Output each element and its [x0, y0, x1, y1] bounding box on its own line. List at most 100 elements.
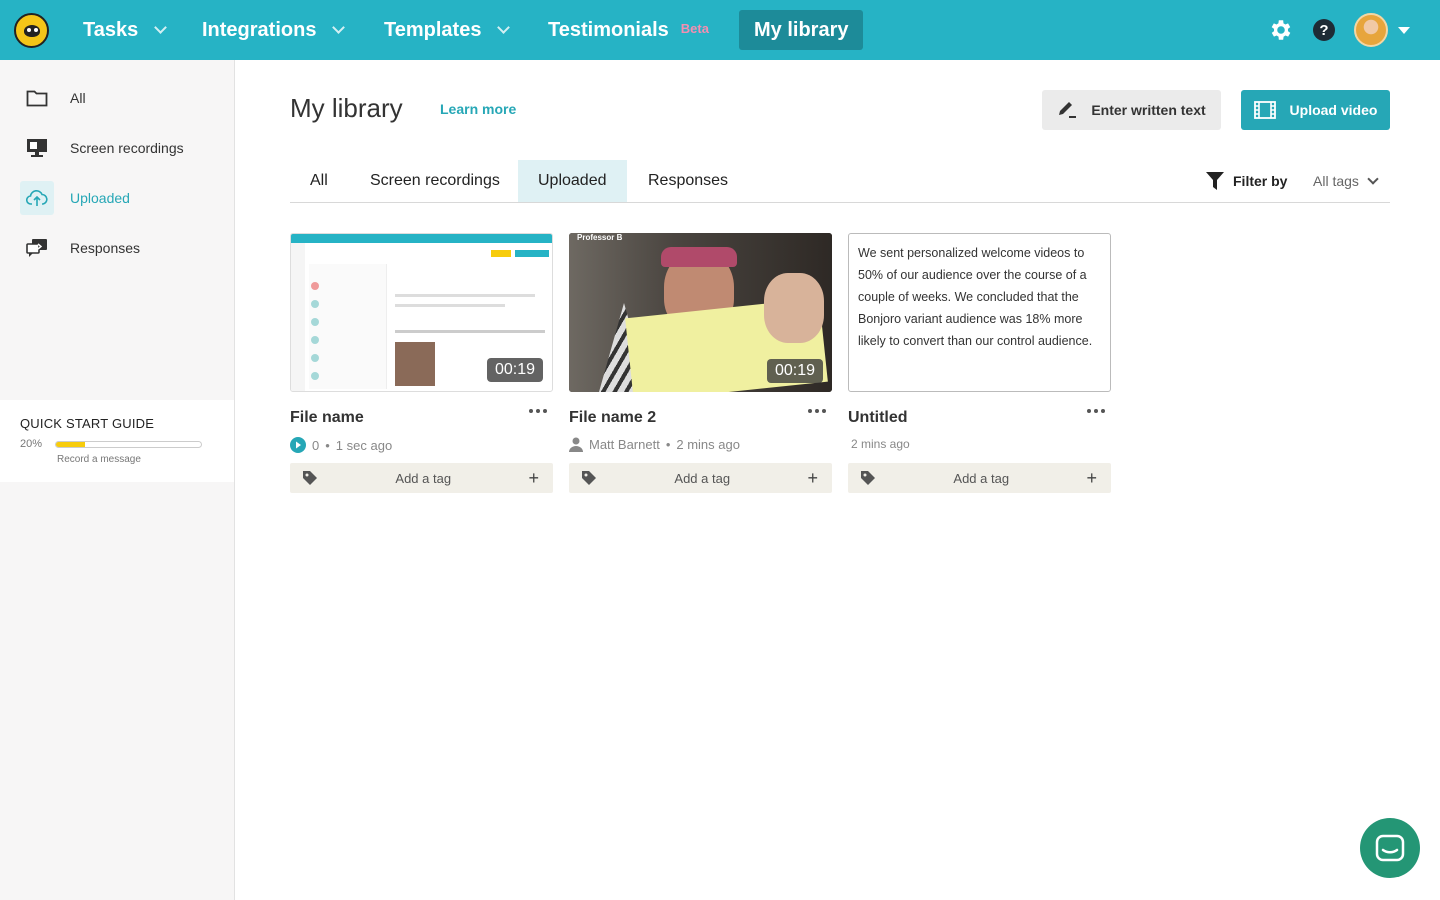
bonjoro-logo[interactable] — [14, 13, 49, 48]
film-icon — [1253, 101, 1276, 119]
caret-down-icon[interactable] — [1398, 27, 1410, 34]
tags-select[interactable]: All tags — [1313, 173, 1379, 189]
more-options-icon[interactable] — [1087, 409, 1105, 413]
chat-launcher-button[interactable] — [1360, 818, 1420, 878]
nav-my-library-label: My library — [754, 18, 849, 41]
chevron-down-icon — [154, 21, 168, 34]
sidebar-item-responses[interactable]: Responses — [20, 230, 220, 266]
tab-label: All — [310, 172, 328, 189]
card-meta: 0 • 1 sec ago — [290, 437, 392, 453]
written-text-preview[interactable]: We sent personalized welcome videos to 5… — [848, 233, 1111, 392]
library-card[interactable]: 00:19 File name 0 • 1 sec ago Add a tag … — [290, 233, 553, 493]
quick-start-progress-bar — [55, 441, 202, 448]
play-icon — [290, 437, 306, 453]
upload-video-button[interactable]: Upload video — [1241, 90, 1390, 130]
tab-responses[interactable]: Responses — [628, 160, 748, 202]
filter-by-button[interactable]: Filter by — [1205, 171, 1287, 191]
help-icon[interactable]: ? — [1313, 19, 1335, 41]
sidebar: All Screen recordings Uploaded Responses… — [0, 60, 235, 900]
nav-integrations[interactable]: Integrations — [202, 10, 346, 50]
gear-icon[interactable] — [1268, 17, 1294, 43]
tag-icon — [303, 471, 317, 485]
video-duration: 00:19 — [766, 359, 823, 383]
tags-select-value: All tags — [1313, 173, 1359, 189]
quick-start-guide[interactable]: QUICK START GUIDE 20% Record a message — [0, 400, 234, 482]
video-overlay-name: Professor B — [577, 233, 623, 242]
sidebar-item-uploaded[interactable]: Uploaded — [20, 180, 220, 216]
nav-integrations-label: Integrations — [202, 18, 317, 41]
quick-start-percent: 20% — [20, 438, 43, 450]
nav-testimonials[interactable]: Testimonials Beta — [548, 10, 709, 50]
learn-more-link[interactable]: Learn more — [440, 101, 516, 117]
plus-icon[interactable]: + — [1086, 468, 1097, 489]
nav-testimonials-label: Testimonials — [548, 18, 669, 41]
chat-icon — [1375, 834, 1405, 862]
separator-dot: • — [325, 437, 330, 453]
video-duration: 00:19 — [486, 358, 543, 382]
more-options-icon[interactable] — [529, 409, 547, 413]
card-meta: 2 mins ago — [851, 437, 910, 451]
plus-icon[interactable]: + — [528, 468, 539, 489]
library-card[interactable]: We sent personalized welcome videos to 5… — [848, 233, 1111, 493]
tab-label: Responses — [648, 172, 729, 189]
tab-label: Screen recordings — [370, 172, 500, 189]
add-tag-label: Add a tag — [953, 470, 1010, 486]
card-time: 1 sec ago — [335, 437, 393, 453]
video-thumbnail[interactable]: Professor B 00:19 — [569, 233, 832, 392]
chevron-down-icon — [497, 21, 511, 34]
avatar[interactable] — [1354, 13, 1388, 47]
sidebar-item-label: Screen recordings — [70, 140, 184, 156]
top-nav: Tasks Integrations Templates Testimonial… — [0, 0, 1440, 60]
quick-start-progress-fill — [56, 442, 85, 447]
sidebar-item-label: Responses — [70, 240, 141, 256]
tab-all[interactable]: All — [290, 160, 348, 202]
pencil-icon — [1059, 102, 1077, 118]
responses-icon — [20, 231, 54, 265]
sidebar-item-label: Uploaded — [70, 190, 130, 206]
add-tag-label: Add a tag — [395, 470, 452, 486]
chevron-down-icon — [1367, 173, 1379, 185]
beta-badge: Beta — [680, 20, 709, 36]
tab-uploaded[interactable]: Uploaded — [518, 160, 627, 202]
add-tag-bar[interactable]: Add a tag + — [848, 463, 1111, 493]
tab-screen-recordings[interactable]: Screen recordings — [350, 160, 520, 202]
nav-my-library[interactable]: My library — [739, 10, 864, 50]
plus-icon[interactable]: + — [807, 468, 818, 489]
chevron-down-icon — [332, 21, 346, 34]
add-tag-bar[interactable]: Add a tag + — [290, 463, 553, 493]
video-thumbnail[interactable]: 00:19 — [290, 233, 553, 392]
enter-written-text-button[interactable]: Enter written text — [1042, 90, 1221, 130]
sidebar-item-label: All — [70, 90, 86, 106]
filter-icon — [1206, 172, 1224, 190]
cloud-upload-icon — [20, 181, 54, 215]
quick-start-subtitle: Record a message — [57, 454, 141, 465]
folder-icon — [20, 81, 54, 115]
user-icon — [569, 437, 583, 452]
sidebar-item-all[interactable]: All — [20, 80, 220, 116]
card-meta: Matt Barnett • 2 mins ago — [569, 437, 740, 452]
quick-start-title: QUICK START GUIDE — [20, 416, 155, 431]
library-card[interactable]: Professor B 00:19 File name 2 Matt Barne… — [569, 233, 832, 493]
add-tag-label: Add a tag — [674, 470, 731, 486]
separator-dot: • — [665, 437, 671, 452]
tag-icon — [861, 471, 875, 485]
card-title: File name — [290, 409, 364, 426]
monitor-icon — [20, 131, 54, 165]
tab-label: Uploaded — [538, 172, 607, 189]
page-title: My library — [290, 93, 403, 123]
card-author: Matt Barnett — [589, 437, 660, 452]
upload-video-label: Upload video — [1289, 102, 1378, 118]
tag-icon — [582, 471, 596, 485]
view-count: 0 — [312, 437, 320, 453]
nav-templates-label: Templates — [384, 18, 482, 41]
sidebar-item-screen-recordings[interactable]: Screen recordings — [20, 130, 220, 166]
nav-tasks-label: Tasks — [83, 18, 139, 41]
add-tag-bar[interactable]: Add a tag + — [569, 463, 832, 493]
card-time: 2 mins ago — [676, 437, 740, 452]
filter-label: Filter by — [1233, 173, 1288, 189]
card-time: 2 mins ago — [851, 437, 910, 451]
nav-tasks[interactable]: Tasks — [83, 10, 168, 50]
more-options-icon[interactable] — [808, 409, 826, 413]
card-title: Untitled — [848, 409, 908, 426]
nav-templates[interactable]: Templates — [384, 10, 511, 50]
